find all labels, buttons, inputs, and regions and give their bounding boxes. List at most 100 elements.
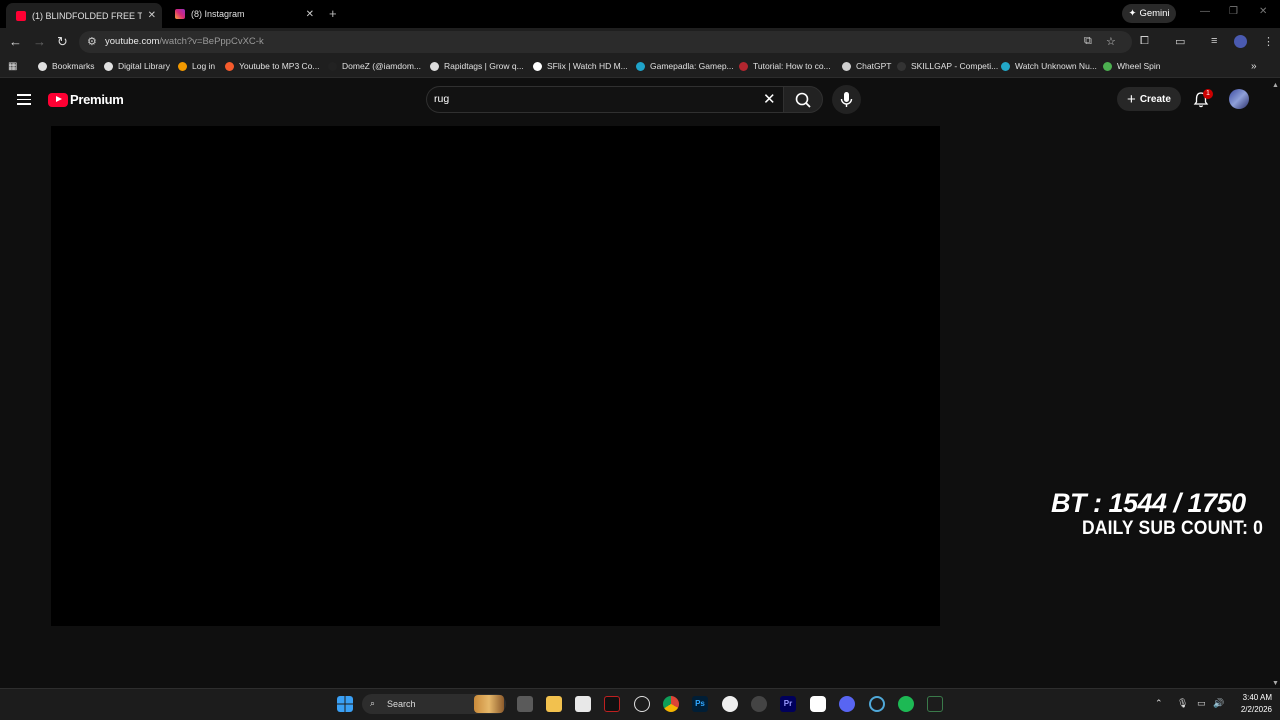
new-tab-icon[interactable]: + [329,6,337,21]
bookmark-item[interactable]: Wheel Spin [1103,61,1160,71]
microphone-icon [840,92,853,107]
video-player[interactable] [51,126,940,626]
close-icon[interactable]: ✕ [148,10,156,21]
app-icon[interactable] [634,696,650,712]
bookmark-item[interactable]: ChatGPT [842,61,891,71]
youtube-premium-logo[interactable]: Premium [48,92,124,107]
bookmark-item[interactable]: Tutorial: How to co... [739,61,831,71]
url-text[interactable]: youtube.com/watch?v=BePppCvXC-k [105,36,264,47]
chrome-icon[interactable] [663,696,679,712]
taskbar-search-label: Search [387,699,416,709]
bookmark-item[interactable]: Digital Library [104,61,170,71]
gamepadla-icon [636,61,645,71]
bookmark-label: ChatGPT [856,61,892,71]
maximize-icon[interactable]: ❐ [1229,6,1238,17]
create-label: Create [1139,93,1171,105]
tab-title: (8) Instagram [191,9,245,19]
volume-icon[interactable]: 🔊 [1213,698,1224,709]
bookmark-label: Wheel Spin [1117,61,1161,71]
premiere-pro-icon[interactable]: Pr [780,696,796,712]
voice-search-button[interactable] [832,85,861,114]
bookmark-item[interactable]: SKILLGAP - Competi... [897,61,998,71]
profile-icon[interactable] [1234,35,1247,48]
app-icon[interactable] [751,696,767,712]
chevron-up-icon[interactable]: ⌃ [1155,698,1163,709]
bookmark-star-icon[interactable]: ☆ [1106,35,1116,48]
task-view-icon[interactable] [517,696,533,712]
app-icon[interactable] [927,696,943,712]
daily-sub-count-overlay: DAILY SUB COUNT: 0 [1082,518,1264,539]
scroll-up-icon[interactable]: ▲ [1272,82,1279,89]
tab-title: (1) BLINDFOLDED FREE THROW [32,10,142,21]
bookmark-label: Youtube to MP3 Co... [239,61,320,71]
extensions-icon[interactable]: ⧠ [1140,35,1149,48]
bookmark-item[interactable]: DomeZ (@iamdom... [328,61,421,71]
bookmark-label: Watch Unknown Nu... [1015,61,1097,71]
spotify-icon[interactable] [898,696,914,712]
media-icon[interactable]: ≡ [1211,35,1217,47]
bookmark-item[interactable]: Rapidtags | Grow q... [430,61,524,71]
minimize-icon[interactable]: — [1200,6,1210,17]
bookmark-item[interactable]: Watch Unknown Nu... [1001,61,1097,71]
apps-grid-icon[interactable]: ▦ [8,61,17,72]
google-icon[interactable] [810,696,826,712]
install-icon[interactable]: ⧉ [1084,35,1092,48]
forward-icon[interactable]: → [33,35,46,49]
file-explorer-icon[interactable] [546,696,562,712]
site-info-icon[interactable]: ⚙ [87,35,97,48]
clock-date[interactable]: 2/2/2026 [1226,705,1272,714]
windows-start-icon[interactable] [337,696,353,712]
star-icon [38,61,47,71]
close-icon[interactable]: ✕ [306,9,314,20]
kebab-menu-icon[interactable]: ⋮ [1263,35,1274,48]
app-icon[interactable] [869,696,885,712]
app-icon[interactable] [722,696,738,712]
close-window-icon[interactable]: ✕ [1259,6,1267,17]
microsoft-store-icon[interactable] [575,696,591,712]
search-icon: ⌕ [370,698,376,708]
tutorial-icon [739,61,748,71]
youtube-play-icon [48,92,68,107]
bookmark-item[interactable]: Log in [178,61,215,71]
hamburger-menu-icon[interactable] [17,94,31,105]
app-icon[interactable] [604,696,620,712]
search-icon [795,92,811,108]
network-icon[interactable]: ▭ [1197,698,1206,709]
plus-icon: + [1127,90,1136,108]
bookmark-label: DomeZ (@iamdom... [342,61,422,71]
bookmark-label: SFlix | Watch HD M... [547,61,628,71]
bookmark-label: Bookmarks [52,61,95,71]
avatar[interactable] [1229,89,1249,109]
rapidtags-icon [430,61,439,71]
chatgpt-icon [842,61,851,71]
bookmark-label: SKILLGAP - Competi... [911,61,999,71]
logo-text: Premium [70,92,124,107]
tab-instagram[interactable]: (8) Instagram ✕ [165,3,320,25]
clock-time[interactable]: 3:40 AM [1236,693,1272,702]
discord-icon[interactable] [839,696,855,712]
bookmark-item[interactable]: Gamepadla: Gamep... [636,61,734,71]
bookmark-item[interactable]: SFlix | Watch HD M... [533,61,628,71]
clear-search-icon[interactable]: ✕ [763,90,776,108]
scroll-down-icon[interactable]: ▼ [1272,680,1279,687]
wheel-icon [1103,61,1112,71]
search-highlight-icon[interactable] [474,695,504,713]
more-bookmarks-icon[interactable]: » [1251,61,1257,72]
tab-youtube[interactable]: (1) BLINDFOLDED FREE THROW ✕ [6,3,162,28]
login-icon [178,61,187,71]
microphone-icon[interactable]: 🎙 [1177,698,1188,709]
bookmark-item[interactable]: Bookmarks [38,61,95,71]
back-icon[interactable]: ← [9,35,22,49]
reload-icon[interactable]: ↻ [57,35,68,49]
sflix-icon [533,61,542,71]
photoshop-icon[interactable]: Ps [692,696,708,712]
create-button[interactable]: + Create [1117,87,1181,111]
skillgap-icon [897,61,906,71]
gemini-button[interactable]: ✦ Gemini [1122,4,1176,23]
youtube-icon [16,10,26,21]
search-button[interactable] [783,86,823,113]
bookmark-item[interactable]: Youtube to MP3 Co... [225,61,320,71]
search-input[interactable] [434,91,734,107]
scrollbar[interactable]: ▲ ▼ [1271,82,1280,688]
cast-icon[interactable]: ▭ [1175,35,1185,48]
